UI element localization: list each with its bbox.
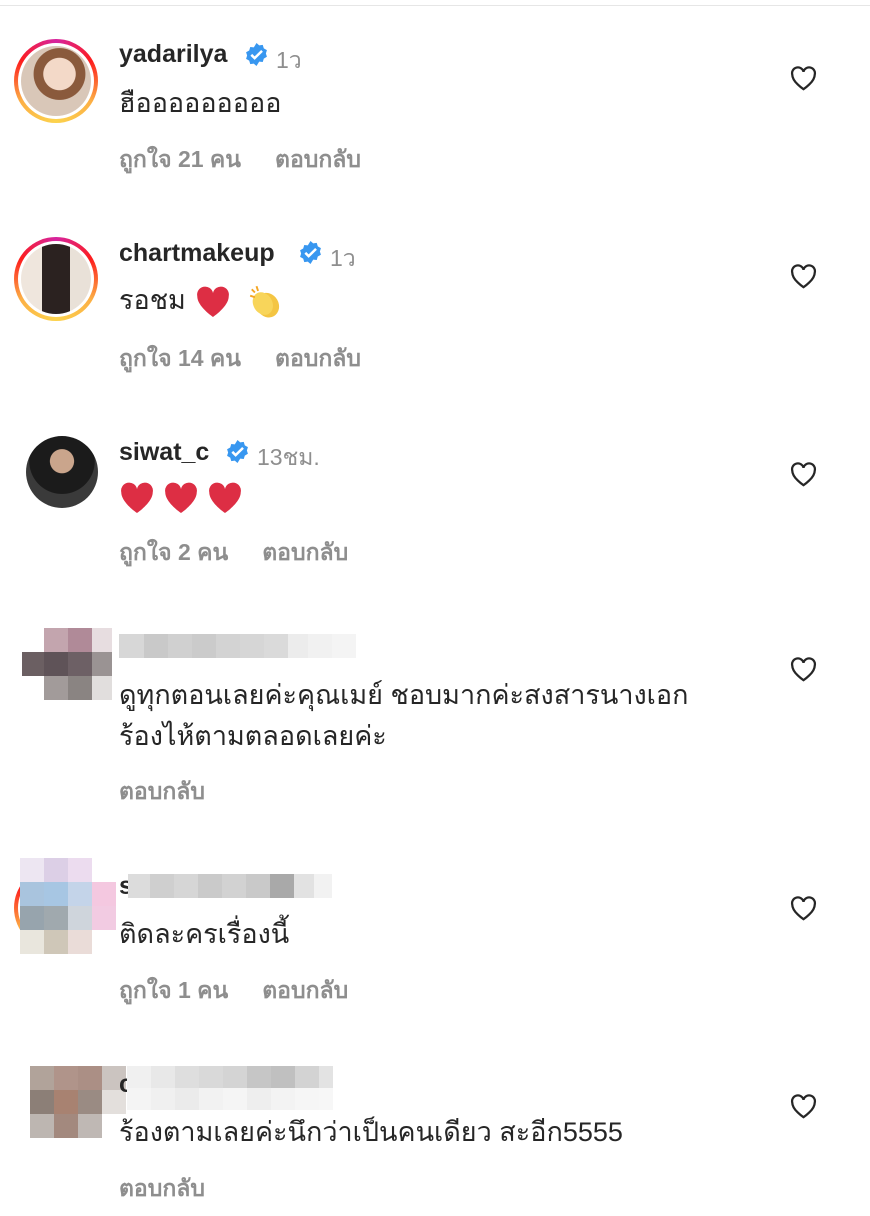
verified-badge-icon (246, 43, 267, 66)
username-blurred[interactable] (127, 1066, 333, 1088)
red-heart-icon (165, 482, 197, 513)
reply-button[interactable]: ตอบกลับ (262, 977, 348, 1003)
red-heart-icon (209, 482, 241, 513)
comment-text: ฮือออออออออ (119, 88, 282, 118)
comment-text: ติดละครเรื่องนี้ (119, 919, 290, 949)
avatar[interactable] (14, 237, 98, 321)
reply-button[interactable]: ตอบกลับ (262, 539, 348, 565)
avatar-blurred[interactable] (30, 1066, 126, 1138)
username-blurred[interactable] (119, 634, 356, 658)
like-count[interactable]: ถูกใจ 21 คน (119, 146, 241, 172)
heart-outline-icon[interactable] (790, 657, 817, 682)
like-count[interactable]: ถูกใจ 14 คน (119, 345, 241, 371)
reply-button[interactable]: ตอบกลับ (275, 345, 361, 371)
avatar[interactable] (14, 39, 98, 123)
comment-time: 1ว (276, 47, 302, 73)
avatar[interactable] (14, 424, 98, 508)
like-count[interactable]: ถูกใจ 1 คน (119, 977, 228, 1003)
comment-text: ร้องตามเลยค่ะนึกว่าเป็นคนเดียว สะอีก5555 (119, 1117, 623, 1147)
comment-time: 13ชม. (257, 444, 320, 470)
comment-time: 1ว (330, 245, 356, 271)
comment-username[interactable]: yadarilya (119, 40, 227, 69)
comment-meta: ตอบกลับ (119, 774, 239, 810)
like-count[interactable]: ถูกใจ 2 คน (119, 539, 228, 565)
comment-meta: ถูกใจ 21 คน ตอบกลับ (119, 142, 395, 178)
comment-username[interactable]: chartmakeup (119, 239, 275, 268)
clapping-hands-icon (247, 283, 285, 321)
reply-button[interactable]: ตอบกลับ (119, 1175, 205, 1201)
avatar-blurred[interactable] (22, 628, 112, 700)
comment-text-content: รอชม (119, 285, 186, 315)
verified-badge-icon (300, 241, 321, 264)
red-heart-icon (197, 286, 230, 317)
verified-badge-icon (227, 440, 248, 463)
comment-text-line-1: ดูทุกตอนเลยค่ะคุณเมย์ ชอบมากค่ะสงสารนางเ… (119, 680, 689, 710)
red-heart-icon (121, 482, 153, 513)
heart-outline-icon[interactable] (790, 1094, 817, 1119)
top-divider (0, 5, 870, 6)
comment-meta: ถูกใจ 1 คน ตอบกลับ (119, 973, 382, 1009)
heart-outline-icon[interactable] (790, 66, 817, 91)
username-blurred (127, 1088, 333, 1110)
reply-button[interactable]: ตอบกลับ (119, 778, 205, 804)
comment-text (119, 476, 251, 517)
avatar-blurred[interactable] (20, 858, 116, 954)
heart-outline-icon[interactable] (790, 462, 817, 487)
comment-text: รอชม (119, 280, 285, 321)
username-blurred[interactable] (128, 874, 332, 898)
comment-username[interactable]: siwat_c (119, 438, 209, 467)
reply-button[interactable]: ตอบกลับ (275, 146, 361, 172)
comment-meta: ถูกใจ 14 คน ตอบกลับ (119, 341, 395, 377)
comment-text-line-2: ร้องไห้ตามตลอดเลยค่ะ (119, 721, 387, 751)
heart-outline-icon[interactable] (790, 896, 817, 921)
comment-meta: ถูกใจ 2 คน ตอบกลับ (119, 535, 382, 571)
heart-outline-icon[interactable] (790, 264, 817, 289)
comment-meta: ตอบกลับ (119, 1171, 239, 1207)
